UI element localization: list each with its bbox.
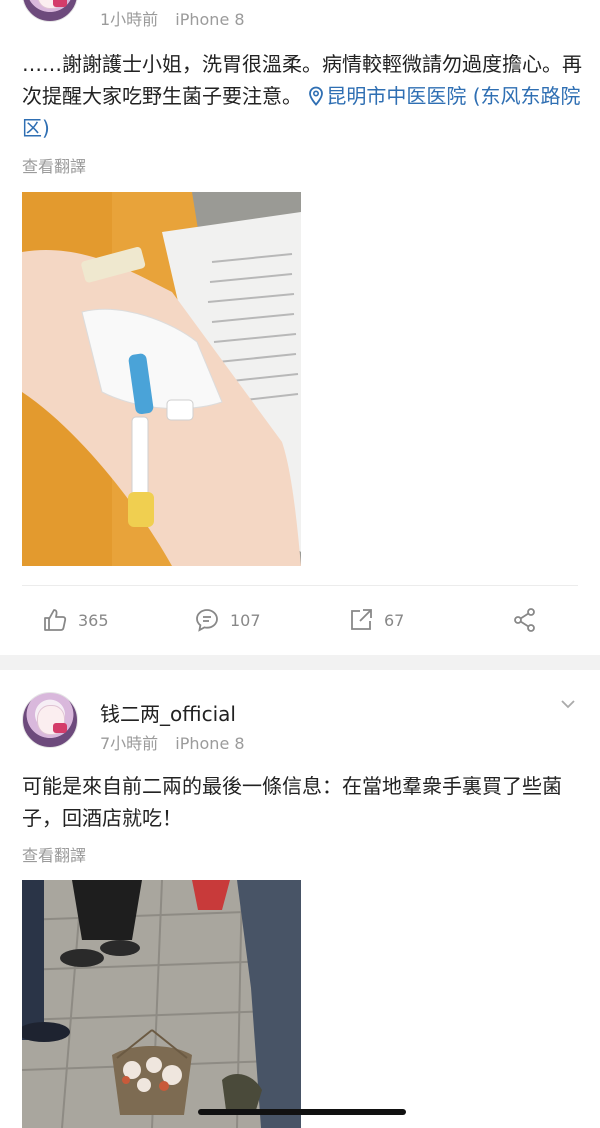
repost-button[interactable]: 67 bbox=[348, 606, 404, 634]
post-device: iPhone 8 bbox=[175, 10, 245, 29]
post-card: 钱二两_official 7小時前 iPhone 8 可能是來自前二兩的最後一條… bbox=[0, 670, 600, 1128]
comment-count: 107 bbox=[230, 610, 261, 630]
post-time: 1小時前 bbox=[100, 10, 159, 29]
like-button[interactable]: 365 bbox=[42, 606, 109, 634]
post-photo-street[interactable] bbox=[22, 880, 301, 1128]
location-pin-icon bbox=[309, 86, 324, 106]
post-text: 可能是來自前二兩的最後一條信息：在當地羣衆手裏買了些菌子，回酒店就吃！ bbox=[22, 774, 562, 830]
post-meta: 7小時前 iPhone 8 bbox=[100, 730, 245, 754]
post-separator bbox=[0, 655, 600, 670]
like-count: 365 bbox=[78, 610, 109, 630]
post-device: iPhone 8 bbox=[175, 734, 245, 753]
post-meta: 1小時前 iPhone 8 bbox=[100, 6, 245, 30]
post-actions: 365 107 67 bbox=[22, 585, 578, 655]
share-button[interactable] bbox=[512, 606, 548, 634]
translate-link[interactable]: 查看翻譯 bbox=[22, 153, 86, 177]
repost-icon bbox=[351, 609, 372, 630]
post-time: 7小時前 bbox=[100, 734, 159, 753]
repost-count: 67 bbox=[384, 610, 405, 630]
home-indicator[interactable] bbox=[198, 1109, 406, 1115]
share-icon bbox=[514, 608, 535, 632]
translate-link[interactable]: 查看翻譯 bbox=[22, 842, 86, 866]
username[interactable]: 钱二两_official bbox=[100, 698, 236, 727]
like-icon bbox=[44, 609, 67, 631]
post-body: ……謝謝護士小姐，洗胃很溫柔。病情較輕微請勿過度擔心。再次提醒大家吃野生菌子要注… bbox=[22, 48, 582, 144]
avatar[interactable] bbox=[22, 0, 78, 22]
comment-icon bbox=[196, 609, 218, 632]
chevron-down-icon[interactable] bbox=[560, 696, 576, 712]
post-photo-iv[interactable] bbox=[22, 192, 301, 566]
avatar[interactable] bbox=[22, 692, 78, 748]
post-card: 1小時前 iPhone 8 ……謝謝護士小姐，洗胃很溫柔。病情較輕微請勿過度擔心… bbox=[0, 0, 600, 655]
comment-button[interactable]: 107 bbox=[194, 606, 261, 634]
